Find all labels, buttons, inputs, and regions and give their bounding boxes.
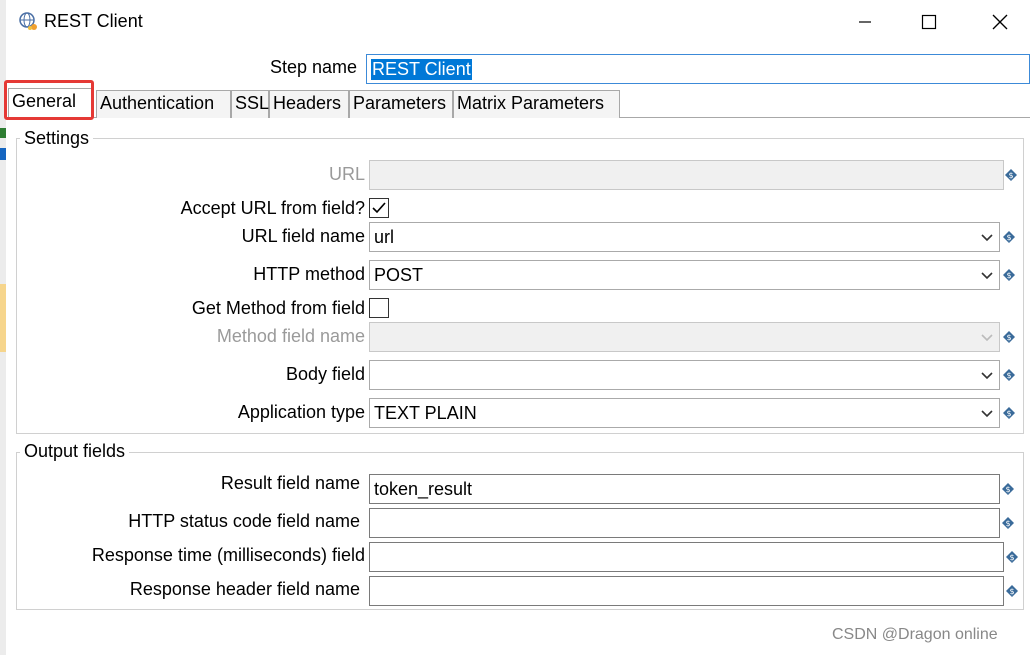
variable-icon[interactable]: $ <box>1003 407 1015 419</box>
checkmark-icon <box>372 202 386 214</box>
url-field-name-select[interactable]: url <box>369 222 1000 252</box>
tab-parameters[interactable]: Parameters <box>349 90 453 118</box>
body-field-select[interactable] <box>369 360 1000 390</box>
chevron-down-icon <box>981 272 993 280</box>
step-name-label: Step name <box>269 57 357 77</box>
application-type-select[interactable]: TEXT PLAIN <box>369 398 1000 428</box>
url-field-name-value: url <box>374 226 395 247</box>
result-field-name-input[interactable]: token_result <box>369 474 1000 504</box>
output-fields-title: Output fields <box>20 441 130 462</box>
svg-text:$: $ <box>1009 587 1014 596</box>
tab-headers[interactable]: Headers <box>269 90 349 118</box>
tab-matrix-parameters-label: Matrix Parameters <box>457 93 605 113</box>
step-name-value: REST Client <box>371 58 472 80</box>
http-status-field-input[interactable] <box>369 508 1000 538</box>
tab-matrix-parameters[interactable]: Matrix Parameters <box>453 90 620 118</box>
result-field-name-label: Result field name <box>220 473 360 493</box>
accept-url-checkbox[interactable] <box>369 198 389 218</box>
svg-text:$: $ <box>1008 171 1013 180</box>
variable-icon[interactable]: $ <box>1003 369 1015 381</box>
variable-icon[interactable]: $ <box>1002 517 1014 529</box>
get-method-label: Get Method from field <box>191 298 365 318</box>
url-label: URL <box>328 164 365 184</box>
tab-authentication-label: Authentication <box>100 93 215 113</box>
variable-icon[interactable]: $ <box>1003 231 1015 243</box>
result-field-name-value: token_result <box>374 478 473 499</box>
svg-text:$: $ <box>1006 271 1011 280</box>
svg-text:$: $ <box>1005 485 1010 494</box>
url-input[interactable] <box>369 160 1004 190</box>
method-field-name-select[interactable] <box>369 322 1000 352</box>
tab-parameters-label: Parameters <box>353 93 447 113</box>
get-method-checkbox[interactable] <box>369 298 389 318</box>
variable-icon[interactable]: $ <box>1003 331 1015 343</box>
svg-text:$: $ <box>1009 553 1014 562</box>
minimize-button[interactable] <box>830 0 900 44</box>
step-name-input[interactable]: REST Client <box>366 54 1030 84</box>
http-method-label: HTTP method <box>253 264 365 284</box>
http-method-select[interactable]: POST <box>369 260 1000 290</box>
highlight-annotation <box>4 80 94 120</box>
chevron-down-icon <box>981 334 993 342</box>
variable-icon[interactable]: $ <box>1006 551 1018 563</box>
variable-icon[interactable]: $ <box>1006 585 1018 597</box>
svg-text:$: $ <box>1006 333 1011 342</box>
response-header-field-label: Response header field name <box>129 579 360 599</box>
close-icon <box>992 14 1008 30</box>
chevron-down-icon <box>981 234 993 242</box>
body-field-label: Body field <box>285 364 365 384</box>
tab-ssl-label: SSL <box>235 93 270 113</box>
maximize-icon <box>921 14 937 30</box>
maximize-button[interactable] <box>894 0 964 44</box>
svg-text:$: $ <box>1006 371 1011 380</box>
chevron-down-icon <box>981 410 993 418</box>
tab-headers-label: Headers <box>273 93 342 113</box>
close-button[interactable] <box>965 0 1032 44</box>
svg-text:$: $ <box>1005 519 1010 528</box>
variable-icon[interactable]: $ <box>1005 169 1017 181</box>
tab-ssl[interactable]: SSL <box>231 90 269 118</box>
application-type-label: Application type <box>237 402 365 422</box>
url-field-name-label: URL field name <box>241 226 365 246</box>
svg-text:$: $ <box>1006 409 1011 418</box>
title-bar: REST Client <box>6 0 1032 44</box>
method-field-name-label: Method field name <box>216 326 365 346</box>
rest-client-icon <box>18 10 40 32</box>
tab-authentication[interactable]: Authentication <box>96 90 231 118</box>
variable-icon[interactable]: $ <box>1003 269 1015 281</box>
response-time-field-label: Response time (milliseconds) field <box>91 545 365 565</box>
http-method-value: POST <box>374 264 424 285</box>
watermark: CSDN @Dragon online <box>832 626 998 643</box>
variable-icon[interactable]: $ <box>1002 483 1014 495</box>
http-status-field-label: HTTP status code field name <box>128 511 360 531</box>
window-title: REST Client <box>44 11 143 31</box>
application-type-value: TEXT PLAIN <box>374 402 477 423</box>
chevron-down-icon <box>981 372 993 380</box>
svg-text:$: $ <box>1006 233 1011 242</box>
accept-url-label: Accept URL from field? <box>180 198 365 218</box>
settings-title: Settings <box>20 128 94 149</box>
response-time-field-input[interactable] <box>369 542 1004 572</box>
response-header-field-input[interactable] <box>369 576 1004 606</box>
minimize-icon <box>859 21 871 23</box>
